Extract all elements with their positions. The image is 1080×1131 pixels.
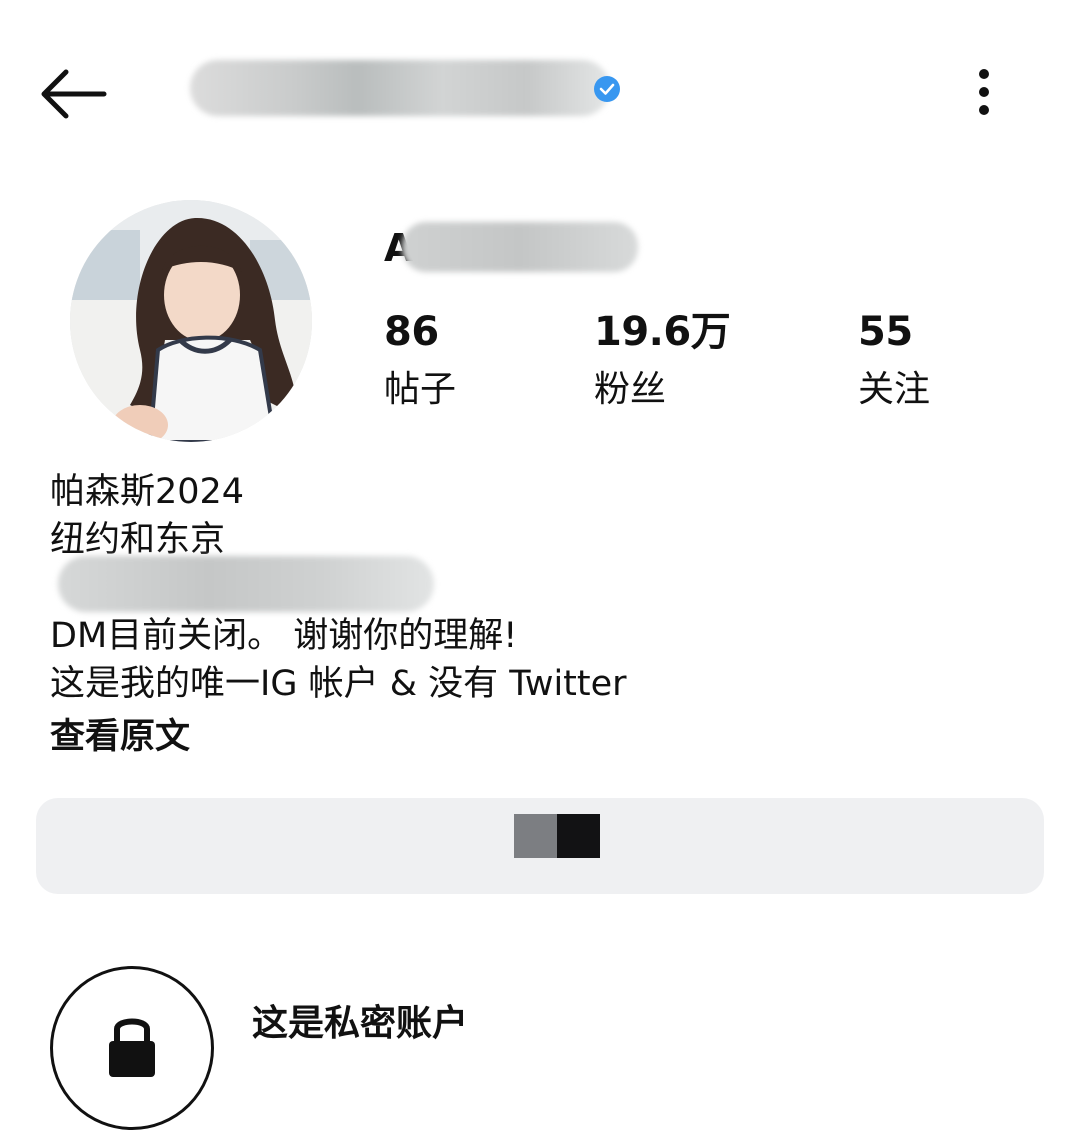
- follow-button[interactable]: [36, 798, 1044, 894]
- profile-name: A: [384, 222, 644, 278]
- bio-line-4: DM目前关闭。 谢谢你的理解!: [50, 616, 518, 656]
- more-options-button[interactable]: [962, 62, 1006, 126]
- see-original-link[interactable]: 查看原文: [50, 712, 190, 762]
- bio-line-5: 这是我的唯一IG 帐户 & 没有 Twitter: [50, 664, 627, 704]
- stat-followers-count: 19.6万: [594, 309, 731, 355]
- lock-icon: [109, 1018, 155, 1077]
- stat-followers[interactable]: 19.6万 粉丝: [594, 306, 774, 416]
- stat-following-count: 55: [858, 309, 913, 355]
- bio-line-1: 帕森斯2024: [50, 472, 245, 512]
- arrow-left-icon: [41, 69, 107, 119]
- avatar-image: [70, 200, 312, 442]
- bio-line-3-blur: [58, 556, 434, 612]
- back-button[interactable]: [36, 64, 110, 124]
- name-blur: [402, 222, 638, 272]
- verified-badge-icon: [594, 76, 620, 102]
- stat-following-label: 关注: [858, 369, 931, 410]
- stat-following[interactable]: 55 关注: [858, 306, 1038, 416]
- stat-posts-label: 帖子: [384, 369, 457, 410]
- stat-posts[interactable]: 86 帖子: [384, 306, 564, 416]
- profile-username-title: [190, 54, 630, 126]
- follow-label-mosaic: [514, 814, 600, 858]
- stat-posts-count: 86: [384, 309, 439, 355]
- stat-followers-label: 粉丝: [594, 369, 667, 410]
- private-lock-badge: [50, 966, 214, 1130]
- more-vertical-icon: [979, 69, 989, 115]
- username-blur: [190, 60, 610, 116]
- private-account-title: 这是私密账户: [252, 1003, 469, 1044]
- profile-avatar[interactable]: [70, 200, 312, 442]
